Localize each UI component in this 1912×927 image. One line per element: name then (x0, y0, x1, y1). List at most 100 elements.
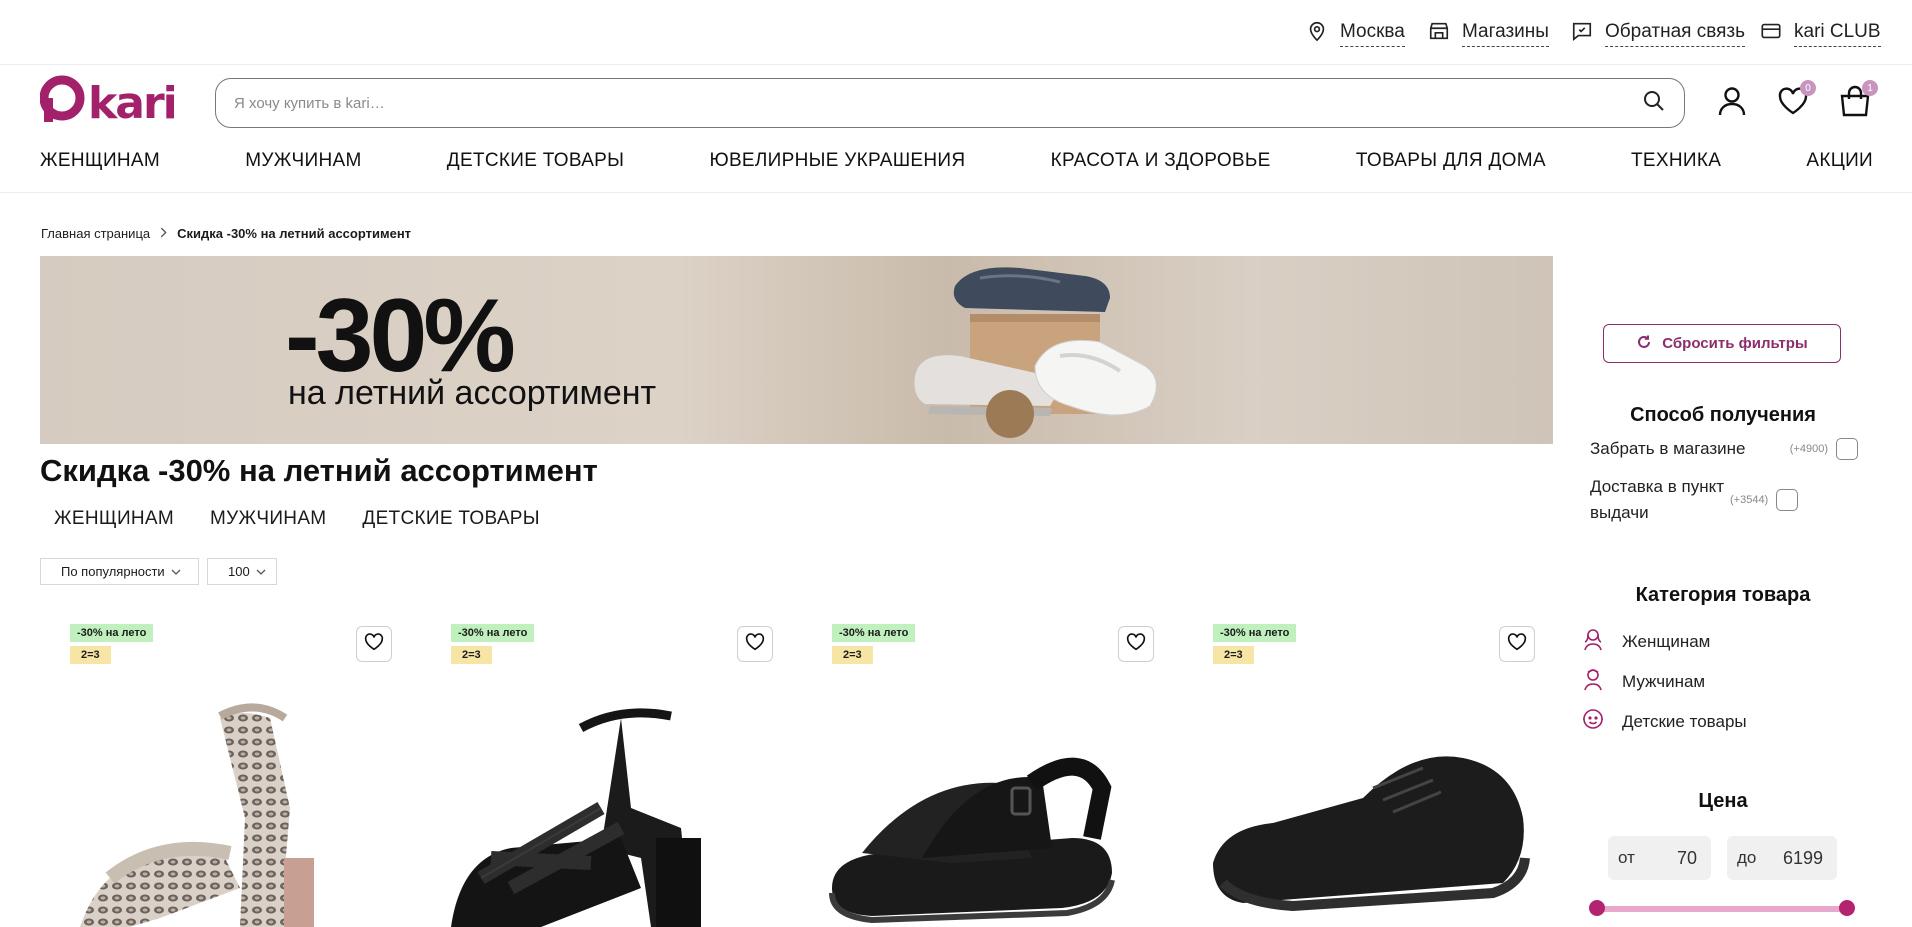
category-filter-title: Категория товара (1635, 584, 1811, 606)
per-page-value: 100 (228, 564, 250, 579)
kari-logo[interactable]: kari (39, 74, 190, 129)
nav-item-promos[interactable]: АКЦИИ (1806, 150, 1873, 172)
nav-item-kids[interactable]: ДЕТСКИЕ ТОВАРЫ (447, 150, 624, 172)
stores-link[interactable]: Магазины (1428, 20, 1549, 48)
nav-item-home[interactable]: ТОВАРЫ ДЛЯ ДОМА (1356, 150, 1546, 172)
kari-club-link[interactable]: kari CLUB (1760, 20, 1881, 48)
promo-banner[interactable]: -30% на летний ассортимент (40, 256, 1553, 444)
chevron-right-icon (160, 226, 167, 241)
delivery-filter-title: Способ получения (1630, 404, 1816, 426)
cart-count-badge: 1 (1862, 80, 1878, 96)
category-filter-women[interactable]: Женщинам (1580, 626, 1710, 657)
delivery-option-label: Забрать в магазине (1590, 439, 1746, 458)
stores-label: Магазины (1462, 21, 1549, 47)
product-image[interactable] (802, 688, 1164, 927)
heart-icon (1776, 87, 1810, 122)
main-navigation: ЖЕНЩИНАМ МУЖЧИНАМ ДЕТСКИЕ ТОВАРЫ ЮВЕЛИРН… (40, 150, 1873, 172)
reset-filters-button[interactable]: Сбросить фильтры (1603, 324, 1841, 363)
feedback-icon (1571, 20, 1593, 48)
account-button[interactable] (1715, 84, 1749, 118)
search-icon[interactable] (1642, 89, 1666, 118)
chevron-down-icon (171, 564, 181, 579)
woman-icon (1580, 626, 1606, 657)
product-image[interactable] (421, 688, 783, 927)
tab-women[interactable]: ЖЕНЩИНАМ (54, 508, 174, 530)
city-selector[interactable]: Москва (1306, 20, 1405, 48)
price-to-value: 6199 (1782, 847, 1823, 868)
price-min-handle[interactable] (1589, 900, 1605, 916)
nav-item-beauty[interactable]: КРАСОТА И ЗДОРОВЬЕ (1051, 150, 1271, 172)
store-icon (1428, 20, 1450, 48)
product-image[interactable] (1183, 688, 1545, 927)
product-card[interactable]: -30% на лето 2=3 (40, 618, 402, 927)
product-image[interactable] (40, 688, 402, 927)
promo-tag: 2=3 (451, 646, 492, 664)
price-to-field[interactable]: до 6199 (1727, 836, 1837, 880)
logo-wordmark: kari (88, 78, 176, 122)
price-range-track[interactable] (1596, 906, 1848, 912)
heart-icon (1506, 631, 1528, 658)
pickup-point-checkbox[interactable] (1776, 488, 1799, 511)
favorite-button[interactable] (1499, 626, 1535, 662)
category-label: Женщинам (1622, 631, 1711, 651)
promo-tag: 2=3 (70, 646, 111, 664)
promo-tag: 2=3 (832, 646, 873, 664)
top-utility-bar: Москва Магазины Обратная связь kari CLUB (0, 0, 1912, 65)
category-filter-men[interactable]: Мужчинам (1580, 666, 1705, 697)
nav-item-men[interactable]: МУЖЧИНАМ (245, 150, 361, 172)
delivery-option-pickup-point[interactable]: Доставка в пункт выдачи (+3544) (1590, 474, 1858, 525)
child-icon (1580, 706, 1606, 737)
discount-tag: -30% на лето (832, 624, 916, 642)
per-page-select[interactable]: 100 (207, 558, 277, 585)
favorite-button[interactable] (356, 626, 392, 662)
favorites-button[interactable]: 0 (1776, 80, 1816, 118)
product-card[interactable]: -30% на лето 2=3 (1183, 618, 1545, 927)
favorite-button[interactable] (737, 626, 773, 662)
discount-tag: -30% на лето (1213, 624, 1297, 642)
heart-icon (363, 631, 385, 658)
tab-kids[interactable]: ДЕТСКИЕ ТОВАРЫ (362, 508, 539, 530)
sort-select[interactable]: По популярности (40, 558, 199, 585)
price-max-handle[interactable] (1839, 900, 1855, 916)
product-tags: -30% на лето 2=3 (451, 624, 535, 664)
banner-subtitle: на летний ассортимент (288, 374, 657, 412)
promo-tag: 2=3 (1213, 646, 1254, 664)
nav-divider (0, 192, 1912, 193)
breadcrumb: Главная страница Скидка -30% на летний а… (41, 226, 411, 241)
city-label: Москва (1340, 21, 1405, 47)
favorite-button[interactable] (1118, 626, 1154, 662)
user-icon (1715, 87, 1749, 122)
category-filter-kids[interactable]: Детские товары (1580, 706, 1747, 737)
discount-tag: -30% на лето (70, 624, 154, 642)
heart-icon (1125, 631, 1147, 658)
breadcrumb-home[interactable]: Главная страница (41, 226, 150, 241)
price-from-value: 70 (1676, 847, 1697, 868)
tab-men[interactable]: МУЖЧИНАМ (210, 508, 326, 530)
search-input[interactable] (234, 94, 1642, 112)
category-label: Мужчинам (1622, 671, 1706, 691)
nav-item-tech[interactable]: ТЕХНИКА (1631, 150, 1721, 172)
price-from-field[interactable]: от 70 (1608, 836, 1711, 880)
product-card[interactable]: -30% на лето 2=3 (802, 618, 1164, 927)
sort-value: По популярности (61, 564, 165, 579)
price-filter-title: Цена (1698, 790, 1748, 812)
pickup-checkbox[interactable] (1836, 437, 1858, 460)
location-pin-icon (1306, 20, 1328, 48)
delivery-option-pickup[interactable]: Забрать в магазине (+4900) (1590, 436, 1858, 462)
product-card[interactable]: -30% на лето 2=3 (421, 618, 783, 927)
product-tags: -30% на лето 2=3 (832, 624, 916, 664)
reset-filters-label: Сбросить фильтры (1662, 335, 1808, 352)
cart-button[interactable]: 1 (1838, 80, 1878, 118)
breadcrumb-current: Скидка -30% на летний ассортимент (177, 226, 412, 241)
club-label: kari CLUB (1794, 21, 1881, 47)
nav-item-jewelry[interactable]: ЮВЕЛИРНЫЕ УКРАШЕНИЯ (709, 150, 965, 172)
delivery-option-count: (+3544) (1730, 493, 1769, 506)
nav-item-women[interactable]: ЖЕНЩИНАМ (40, 150, 160, 172)
search-bar[interactable] (215, 78, 1685, 128)
feedback-label: Обратная связь (1605, 21, 1745, 47)
shopping-bag-icon (1838, 85, 1872, 122)
discount-tag: -30% на лето (451, 624, 535, 642)
banner-discount: -30% (285, 278, 516, 394)
banner-shoes-image (914, 267, 1157, 438)
feedback-link[interactable]: Обратная связь (1571, 20, 1745, 48)
